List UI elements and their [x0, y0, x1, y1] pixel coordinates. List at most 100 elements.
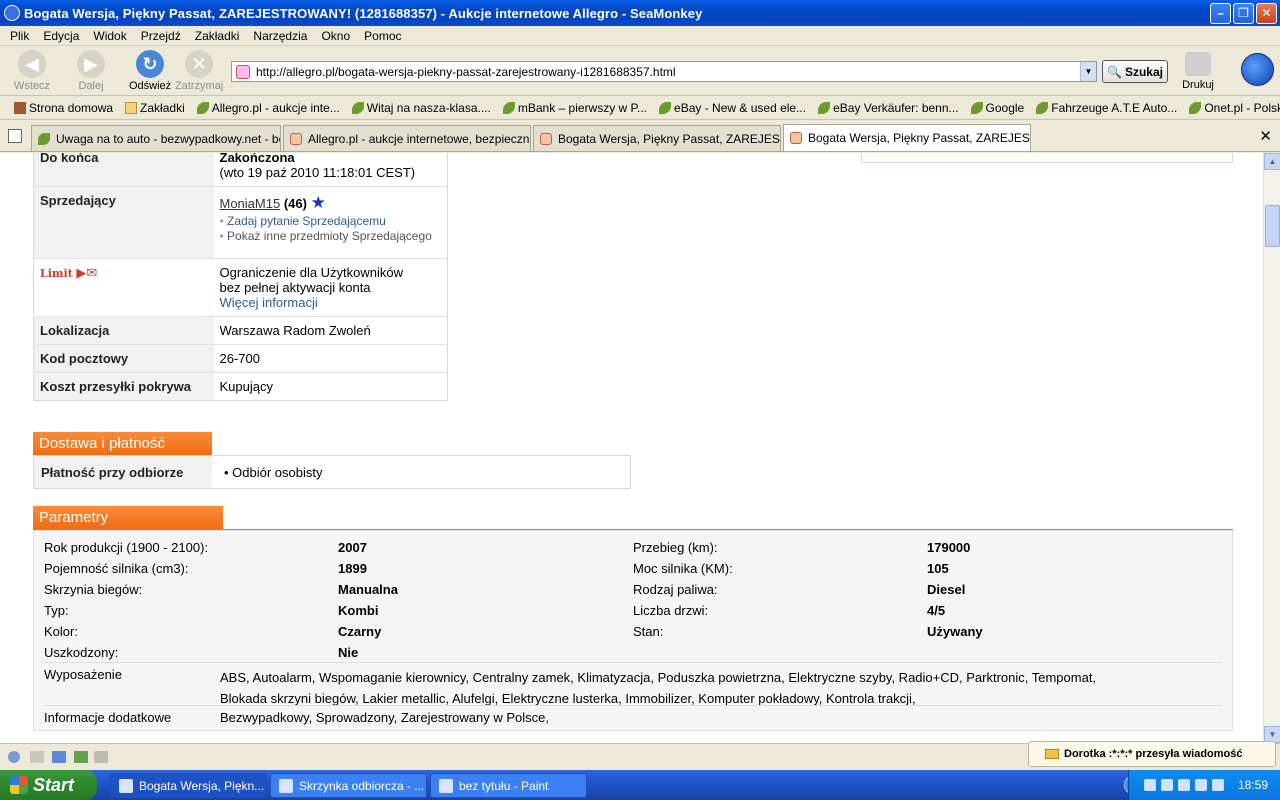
param-row: Typ: Kombi Liczba drzwi: 4/5 [44, 603, 946, 618]
taskbar-item-browser[interactable]: Bogata Wersja, Piękn... [110, 773, 267, 798]
title-bar: Bogata Wersja, Piękny Passat, ZAREJESTRO… [0, 0, 1280, 26]
url-bar[interactable]: http://allegro.pl/bogata-wersja-piekny-p… [231, 61, 1097, 82]
address-book-icon[interactable] [94, 751, 108, 763]
postcode-label: Kod pocztowy [33, 344, 214, 373]
scroll-up-icon[interactable]: ▲ [1264, 153, 1280, 170]
equipment-line-1: ABS, Autoalarm, Wspomaganie kierownicy, … [220, 670, 1097, 685]
end-date: (wto 19 paź 2010 11:18:01 CEST) [219, 165, 416, 180]
star-icon: ★ [310, 193, 326, 212]
chat-icon[interactable] [52, 751, 66, 763]
back-button[interactable]: ◀ Wstecz [14, 50, 50, 92]
tray-icon[interactable] [1177, 779, 1190, 791]
forward-arrow-icon: ▶ [77, 50, 105, 78]
url-input[interactable]: http://allegro.pl/bogata-wersja-piekny-p… [256, 65, 1080, 79]
menu-help[interactable]: Pomoc [364, 29, 401, 43]
param-row: Skrzynia biegów: Manualna Rodzaj paliwa: Di… [44, 582, 966, 597]
seamonkey-logo-icon[interactable] [1241, 53, 1274, 86]
bookmark-item[interactable]: mBank – pierwszy w P... [502, 101, 647, 115]
seller-rating-count: (46) [283, 196, 307, 211]
menu-window[interactable]: Okno [321, 29, 350, 43]
print-button[interactable]: Drukuj [1178, 52, 1218, 91]
forward-button[interactable]: ▶ Dalej [77, 50, 105, 92]
notification-popup[interactable]: Dorotka :*:*:* przesyła wiadomość [1028, 741, 1276, 767]
maximize-button[interactable]: ❐ [1233, 2, 1254, 24]
start-button[interactable]: Start [0, 770, 97, 800]
url-dropdown-icon[interactable]: ▼ [1080, 62, 1096, 81]
bookmark-home[interactable]: Strona domowa [14, 101, 113, 115]
browser-icon[interactable] [8, 751, 20, 763]
bookmark-item[interactable]: Fahrzeuge A.T.E Auto... [1036, 101, 1177, 115]
params-box: Rok produkcji (1900 - 2100): 2007 Przebieg… [33, 530, 1233, 731]
shipping-label: Koszt przesyłki pokrywa [33, 372, 214, 401]
menu-edit[interactable]: Edycja [43, 29, 79, 43]
equipment-row: Wyposażenie ABS, Autoalarm, Wspomaganie … [44, 662, 1222, 709]
taskbar-item-mail[interactable]: Skrzynka odbiorcza - ... [270, 773, 427, 798]
allegro-favicon-icon [540, 132, 552, 145]
limit-logo: Limit [40, 267, 73, 280]
scroll-thumb[interactable] [1265, 205, 1280, 247]
limit-text-2: bez pełnej aktywacji konta [219, 280, 371, 295]
payment-value: Odbiór osobisty [212, 456, 335, 488]
vertical-scrollbar[interactable]: ▲ ▼ [1263, 153, 1280, 743]
other-items-link[interactable]: Pokaż inne przedmioty Sprzedającego [220, 229, 442, 243]
tab-allegro[interactable]: Allegro.pl - aukcje internetowe, bezpiec… [283, 125, 531, 151]
bookmark-folder[interactable]: Zakładki [125, 101, 185, 115]
tray-icon[interactable] [1143, 779, 1156, 791]
bookmark-item[interactable]: Google [970, 101, 1024, 115]
tab-bezwypadkowy[interactable]: Uwaga na to auto - bezwypadkowy.net - be… [31, 125, 281, 151]
location-value: Warszawa Radom Zwoleń [213, 316, 448, 345]
seller-label: Sprzedający [33, 186, 214, 259]
window-title: Bogata Wersja, Piękny Passat, ZAREJESTRO… [24, 5, 703, 21]
mail-icon [279, 778, 293, 793]
taskbar: Start Bogata Wersja, Piękn... Skrzynka o… [0, 770, 1280, 800]
side-panel [861, 153, 1233, 163]
bookmark-icon [1189, 102, 1202, 114]
bookmark-icon [970, 102, 983, 114]
tray-icon[interactable] [1160, 779, 1173, 791]
composer-icon[interactable] [74, 751, 88, 763]
menu-view[interactable]: Widok [93, 29, 126, 43]
shipping-value: Kupujący [213, 372, 448, 401]
mail-icon[interactable] [30, 751, 44, 763]
postcode-value: 26-700 [213, 344, 448, 373]
end-status: Zakończona [219, 153, 295, 165]
seamonkey-icon [119, 778, 133, 793]
additional-info-row: Informacje dodatkowe Bezwypadkowy, Sprow… [44, 705, 1222, 725]
equipment-label: Wyposażenie [44, 667, 122, 682]
bookmarks-toolbar: Strona domowa Zakładki Allegro.pl - aukc… [0, 97, 1280, 120]
clock[interactable]: 18:59 [1238, 778, 1268, 792]
page-content: Do końca Zakończona (wto 19 paź 2010 11:1… [0, 153, 1263, 743]
bookmark-icon [38, 132, 50, 145]
menu-file[interactable]: Plik [10, 29, 29, 43]
menu-bar: Plik Edycja Widok Przejdź Zakładki Narzę… [0, 26, 1280, 46]
search-button[interactable]: 🔍 Szukaj [1102, 60, 1168, 83]
reload-button[interactable]: ↻ Odśwież [129, 50, 171, 92]
menu-go[interactable]: Przejdź [141, 29, 181, 43]
bookmark-item[interactable]: eBay Verkäufer: benn... [818, 101, 959, 115]
tab-list-icon[interactable] [8, 129, 22, 143]
close-window-button[interactable]: ✕ [1256, 2, 1277, 24]
minimize-button[interactable]: – [1210, 2, 1231, 24]
bookmark-item[interactable]: eBay - New & used ele... [659, 101, 806, 115]
more-info-link[interactable]: Więcej informacji [220, 295, 318, 310]
tray-icon[interactable] [1211, 779, 1224, 791]
menu-bookmarks[interactable]: Zakładki [195, 29, 240, 43]
bookmark-item[interactable]: Witaj na nasza-klasa.... [351, 101, 491, 115]
seller-name-link[interactable]: MoniaM15 [220, 196, 281, 211]
seamonkey-app-icon [4, 5, 20, 21]
bookmark-icon [1036, 102, 1049, 114]
bookmark-item[interactable]: Onet.pl - Polski Portal ... [1189, 101, 1280, 115]
close-tab-icon[interactable]: ✕ [1259, 127, 1272, 145]
tray-icon[interactable] [1194, 779, 1207, 791]
stop-button[interactable]: ✕ Zatrzymaj [175, 50, 223, 92]
taskbar-item-paint[interactable]: bez tytułu - Paint [430, 773, 587, 798]
windows-logo-icon [10, 776, 28, 794]
tab-passat-1[interactable]: Bogata Wersja, Piękny Passat, ZAREJESTR.… [533, 125, 781, 151]
tab-passat-active[interactable]: Bogata Wersja, Piękny Passat, ZAREJESTR.… [783, 124, 1031, 151]
bookmark-icon [196, 102, 209, 114]
ask-seller-link[interactable]: Zadaj pytanie Sprzedającemu [220, 214, 442, 228]
menu-tools[interactable]: Narzędzia [253, 29, 307, 43]
site-favicon-icon [236, 64, 250, 79]
bookmark-item[interactable]: Allegro.pl - aukcje inte... [196, 101, 340, 115]
equipment-line-2: Blokada skrzyni biegów, Lakier metallic,… [220, 691, 916, 706]
